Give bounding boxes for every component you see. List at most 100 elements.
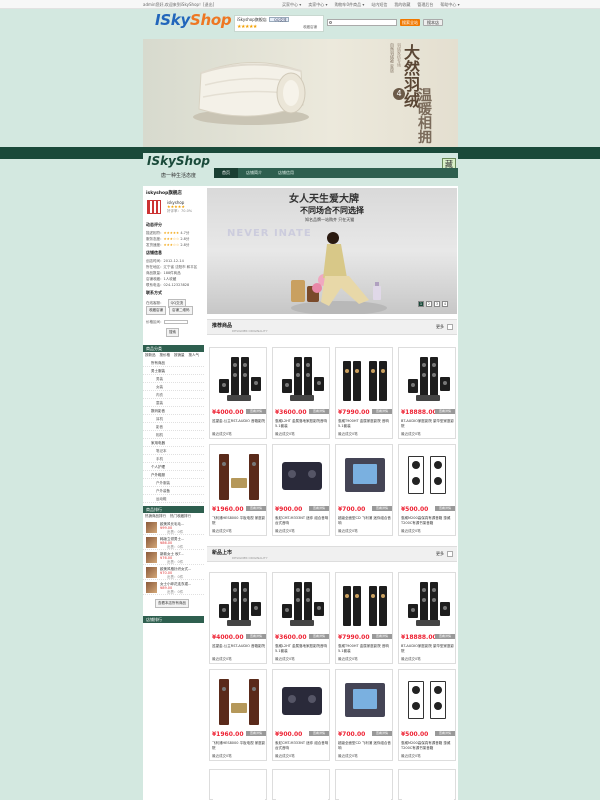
favorite-shop-button[interactable]: 收藏店铺 xyxy=(146,306,166,315)
view-all-products-button[interactable]: 查看本店所有商品 xyxy=(155,599,189,608)
hot-item-thumbnail[interactable] xyxy=(146,552,157,563)
product-image[interactable] xyxy=(339,773,391,800)
product-image[interactable] xyxy=(402,351,454,405)
top-link-favorites[interactable]: 我的收藏 xyxy=(394,2,410,8)
product-name[interactable]: 巡望金-公主RST-AUDIO 音箱影院 xyxy=(212,644,266,654)
product-detail-button[interactable]: 查看详情 xyxy=(372,731,392,736)
product-name[interactable]: 索尼CMT-M333NT 迷你 组合音响 台式音响 xyxy=(275,741,329,751)
hot-item-thumbnail[interactable] xyxy=(146,537,157,548)
category-item[interactable]: 户外服装 xyxy=(143,479,204,487)
product-detail-button[interactable]: 查看详情 xyxy=(372,409,392,414)
product-image[interactable] xyxy=(276,773,328,800)
product-card[interactable]: ¥1960.00 查看详情 飞利浦HES8000 平板电视 家庭影院 最近成交0笔 xyxy=(209,444,267,536)
product-image[interactable] xyxy=(276,351,328,405)
category-item[interactable]: 男士服装 xyxy=(143,367,204,375)
product-image[interactable] xyxy=(276,673,328,727)
product-image[interactable] xyxy=(213,351,265,405)
top-link-messages[interactable]: 站内短信 xyxy=(371,2,387,8)
product-detail-button[interactable]: 查看详情 xyxy=(435,409,455,414)
product-image[interactable] xyxy=(213,448,265,502)
product-card[interactable] xyxy=(398,769,456,800)
top-link-buyer-center[interactable]: 买家中心 ▾ xyxy=(282,2,301,8)
hot-item-thumbnail[interactable] xyxy=(146,522,157,533)
category-item[interactable]: 内衣 xyxy=(143,391,204,399)
product-card[interactable]: ¥900.00 查看详情 索尼CMT-M333NT 迷你 组合音响 台式音响 最近成交… xyxy=(272,669,330,761)
sort-tab-sales[interactable]: 按销量 xyxy=(172,352,187,359)
product-card[interactable]: ¥4000.00 查看详情 巡望金-公主RST-AUDIO 音箱影院 最近成交0笔 xyxy=(209,347,267,439)
category-item[interactable]: 耳机 xyxy=(143,415,204,423)
hot-item-thumbnail[interactable] xyxy=(146,582,157,593)
product-card[interactable] xyxy=(335,769,393,800)
product-name[interactable]: 惠威T900HT 金属家庭影院 音响 5.1套装 xyxy=(338,419,392,429)
product-name[interactable]: 超级全面型CD 飞利浦 迷你组合音响 xyxy=(338,741,392,751)
product-detail-button[interactable]: 查看详情 xyxy=(309,506,329,511)
product-detail-button[interactable]: 查看详情 xyxy=(246,409,266,414)
product-card[interactable]: ¥1960.00 查看详情 飞利浦HES8000 平板电视 家庭影院 最近成交0笔 xyxy=(209,669,267,761)
product-card[interactable]: ¥3600.00 查看详情 惠威L2HT 金属落地家庭影院音响 5.1套装 最近成交0… xyxy=(272,572,330,664)
product-image[interactable] xyxy=(402,773,454,800)
product-card[interactable]: ¥900.00 查看详情 索尼CMT-M333NT 迷你 组合音响 台式音响 最近成交… xyxy=(272,444,330,536)
category-item[interactable]: 户外装备 xyxy=(143,487,204,495)
qq-chat-button[interactable]: QQ交流 xyxy=(269,17,289,22)
product-name[interactable]: 索尼CMT-M333NT 迷你 组合音响 台式音响 xyxy=(275,516,329,526)
product-name[interactable]: 惠威M200高保真有源音箱 惠威T200C有源书架音箱 xyxy=(401,741,455,751)
hot-item[interactable]: 韩版立领男士... ¥86.00 出售：0件 xyxy=(143,535,204,550)
sort-tab-popularity[interactable]: 按人气 xyxy=(187,352,202,359)
product-image[interactable] xyxy=(339,351,391,405)
product-image[interactable] xyxy=(276,448,328,502)
product-detail-button[interactable]: 查看详情 xyxy=(309,409,329,414)
slider-page-4[interactable]: 4 xyxy=(442,301,448,307)
product-image[interactable] xyxy=(213,673,265,727)
category-item[interactable]: 女装 xyxy=(143,383,204,391)
search-shop-button[interactable]: 搜本店 xyxy=(423,19,443,26)
nav-home[interactable]: 首页 xyxy=(214,168,238,178)
category-item[interactable]: 男装 xyxy=(143,375,204,383)
product-card[interactable]: ¥4000.00 查看详情 巡望金-公主RST-AUDIO 音箱影院 最近成交0笔 xyxy=(209,572,267,664)
product-detail-button[interactable]: 查看详情 xyxy=(246,506,266,511)
product-card[interactable]: ¥700.00 查看详情 超级全面型CD 飞利浦 迷你组合音响 最近成交0笔 xyxy=(335,669,393,761)
nav-shop-intro[interactable]: 店铺简介 xyxy=(238,168,270,178)
hot-item[interactable]: 新款女士 秋T... ¥76.00 出售：0件 xyxy=(143,550,204,565)
category-item[interactable]: 家用电器 xyxy=(143,439,204,447)
site-logo[interactable]: ISkyShop xyxy=(155,11,232,29)
category-item[interactable]: 笔记本 xyxy=(143,447,204,455)
product-card[interactable]: ¥700.00 查看详情 超级全面型CD 飞利浦 迷你组合音响 最近成交0笔 xyxy=(335,444,393,536)
top-link-seller-center[interactable]: 卖家中心 ▾ xyxy=(308,2,327,8)
category-item[interactable]: 运动鞋 xyxy=(143,495,204,503)
search-input[interactable] xyxy=(327,19,397,26)
shop-qrcode-button[interactable]: 店铺二维码 xyxy=(169,306,193,315)
product-image[interactable] xyxy=(402,673,454,727)
rank-tab-hot-favorites[interactable]: 热门收藏排行 xyxy=(168,513,193,520)
product-detail-button[interactable]: 查看详情 xyxy=(372,506,392,511)
product-card[interactable]: ¥500.00 查看详情 惠威M200高保真有源音箱 惠威T200C有源书架音箱 最近… xyxy=(398,444,456,536)
nav-shop-credit[interactable]: 店铺信用 xyxy=(270,168,302,178)
top-link-admin[interactable]: 管理后台 xyxy=(417,2,433,8)
product-image[interactable] xyxy=(339,576,391,630)
product-image[interactable] xyxy=(339,448,391,502)
more-arrow-icon[interactable] xyxy=(447,324,453,330)
product-name[interactable]: 惠威L2HT 金属落地家庭影院音响 5.1套装 xyxy=(275,419,329,429)
hot-item-thumbnail[interactable] xyxy=(146,567,157,578)
main-slider[interactable]: NEVER INATE 女人天生爱大牌 不同场合不同选择 知名品牌一站购齐 只在… xyxy=(207,188,457,314)
product-detail-button[interactable]: 查看详情 xyxy=(246,634,266,639)
product-image[interactable] xyxy=(339,673,391,727)
product-card[interactable]: ¥18888.00 查看详情 BT-AUDIO家庭影院 豪华型家庭影院 最近成交0笔 xyxy=(398,572,456,664)
product-name[interactable]: BT-AUDIO家庭影院 豪华型家庭影院 xyxy=(401,644,455,654)
category-item[interactable]: 个人护理 xyxy=(143,463,204,471)
category-item[interactable]: 童装 xyxy=(143,399,204,407)
category-item[interactable]: 数码影音 xyxy=(143,407,204,415)
product-card[interactable]: ¥3600.00 查看详情 惠威L2HT 金属落地家庭影院音响 5.1套装 最近成交0… xyxy=(272,347,330,439)
product-card[interactable] xyxy=(272,769,330,800)
top-link-cart[interactable]: 购物车0件商品 ▾ xyxy=(335,2,365,8)
product-image[interactable] xyxy=(213,773,265,800)
product-detail-button[interactable]: 查看详情 xyxy=(246,731,266,736)
slider-page-1[interactable]: 1 xyxy=(418,301,424,307)
product-card[interactable]: ¥7990.00 查看详情 惠威T900HT 金属家庭影院 音响 5.1套装 最近成交… xyxy=(335,347,393,439)
hot-item[interactable]: 女士小碎花连衣裙... ¥89.00 出售：0件 xyxy=(143,580,204,595)
product-image[interactable] xyxy=(276,576,328,630)
product-name[interactable]: BT-AUDIO家庭影院 豪华型家庭影院 xyxy=(401,419,455,429)
product-detail-button[interactable]: 查看详情 xyxy=(435,506,455,511)
slider-page-2[interactable]: 2 xyxy=(426,301,432,307)
product-image[interactable] xyxy=(402,576,454,630)
product-name[interactable]: 超级全面型CD 飞利浦 迷你组合音响 xyxy=(338,516,392,526)
